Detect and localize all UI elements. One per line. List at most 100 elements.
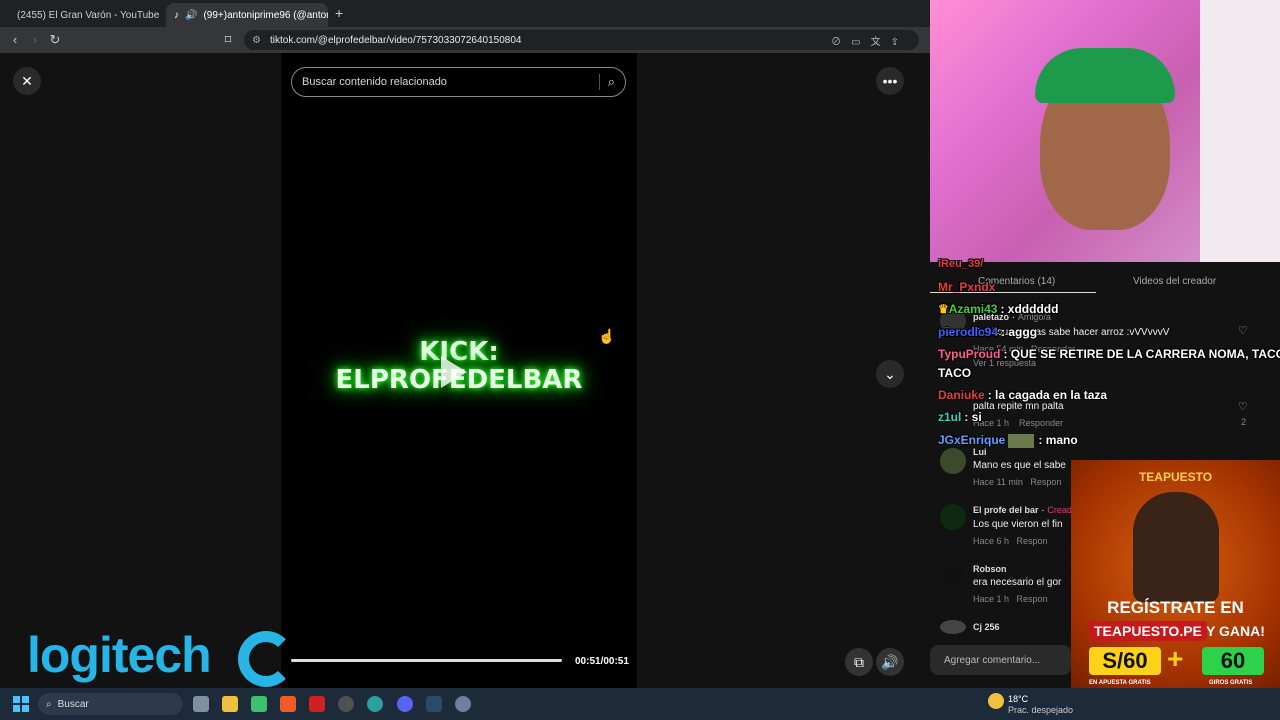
ad-line-1: REGÍSTRATE EN — [1107, 598, 1244, 617]
chat-text: TACO — [938, 366, 972, 380]
chat-message: ♛Azami43: xdddddd — [938, 302, 1058, 316]
tab-title: (99+)antoniprime96 (@anton — [203, 9, 328, 21]
edge-icon[interactable] — [367, 696, 383, 712]
url-field[interactable]: ⚙ tiktok.com/@elprofedelbar/video/757303… — [244, 30, 919, 50]
reply-button[interactable]: Respon — [1017, 536, 1048, 546]
forward-button[interactable]: › — [27, 32, 43, 48]
task-view-icon[interactable] — [193, 696, 209, 712]
url-text: tiktok.com/@elprofedelbar/video/75730330… — [270, 34, 522, 46]
heart-icon[interactable]: ♡ — [1238, 324, 1248, 337]
comment-author[interactable]: Cj 256 — [973, 622, 1000, 632]
taskbar-search-label: Buscar — [57, 698, 89, 710]
chat-user: Mr_Pxndx — [938, 280, 996, 294]
tab-creator-videos[interactable]: Videos del creador — [1133, 276, 1216, 287]
weather-temp: 18°C — [1008, 694, 1029, 704]
search-placeholder: Buscar contenido relacionado — [302, 76, 447, 88]
taskbar — [0, 688, 1280, 720]
comment-author[interactable]: Lui — [973, 447, 1066, 457]
app-icon[interactable] — [309, 696, 325, 712]
tab-bar: (2455) El Gran Varón - YouTube ♪ 🔊 (99+)… — [0, 0, 930, 27]
chat-message: pierodlc94: aggg — [938, 325, 1037, 339]
chat-message: TACO — [938, 366, 971, 380]
heart-icon[interactable]: ♡ — [1238, 400, 1248, 413]
volume-button[interactable]: 🔊 — [876, 648, 904, 676]
chat-user: JGxEnrique — [938, 433, 1006, 447]
chat-text: : aggg — [1001, 325, 1038, 339]
add-comment-input[interactable]: Agregar comentario... — [930, 645, 1071, 675]
comment-author[interactable]: El profe del bar — [973, 505, 1039, 515]
discord-icon[interactable] — [397, 696, 413, 712]
shelf — [1200, 0, 1280, 262]
site-info-icon[interactable]: ⚙ — [252, 35, 261, 46]
comment-time: Hace 11 min — [973, 477, 1023, 487]
tab-tiktok[interactable]: ♪ 🔊 (99+)antoniprime96 (@anton ✕ — [166, 3, 328, 27]
obs-icon[interactable] — [338, 696, 354, 712]
chat-text: : QUE SE RETIRE DE LA CARRERA NOMA, TACO — [1003, 347, 1280, 361]
ad-amount-1: S/60 — [1089, 647, 1161, 675]
chevron-down-icon: ⌄ — [884, 365, 896, 382]
address-bar: ‹ › ↻ ⌑ ⚙ tiktok.com/@elprofedelbar/vide… — [0, 27, 930, 53]
more-icon: ••• — [882, 73, 898, 89]
play-icon[interactable] — [441, 356, 467, 388]
logitech-logo: logitech — [27, 626, 294, 687]
ad-line-2: TEAPUESTO.PE — [1089, 621, 1207, 641]
reply-button[interactable]: Respon — [1030, 477, 1061, 487]
weather-icon[interactable] — [988, 693, 1004, 709]
reply-button[interactable]: Responder — [1019, 418, 1063, 428]
logo-text: logitech — [27, 627, 212, 683]
chat-user: TypuProud — [938, 347, 1001, 361]
comment-text: Mano es que el sabe — [973, 460, 1066, 471]
chat-message: z1ul: si — [938, 410, 982, 424]
more-options-button[interactable]: ••• — [876, 67, 904, 95]
avatar — [940, 448, 966, 474]
search-icon[interactable]: ⌕ — [598, 74, 615, 90]
ad-sub-2: GIROS GRATIS — [1209, 680, 1253, 686]
progress-bar[interactable] — [291, 659, 562, 662]
bookmark-icon[interactable]: ⌑ — [220, 32, 236, 48]
comment-author[interactable]: Robson — [973, 564, 1061, 574]
ad-amount-2: 60 — [1202, 647, 1264, 675]
cursor-icon: ☝ — [598, 328, 616, 344]
comment-text: Los que vieron el fin — [973, 519, 1063, 530]
file-explorer-icon[interactable] — [222, 696, 238, 712]
avatar — [940, 562, 966, 588]
chat-user: Azami43 — [948, 302, 998, 316]
comment-item: El profe del bar · Creado Los que vieron… — [973, 505, 1077, 546]
comment-placeholder: Agregar comentario... — [944, 654, 1041, 666]
green-cap — [1035, 48, 1175, 103]
toolbar-icons[interactable]: ⊘▭文⇪ — [831, 33, 909, 48]
brave-icon[interactable] — [280, 696, 296, 712]
pip-button[interactable]: ⧉ — [845, 648, 873, 676]
crown-icon: ♛ — [938, 302, 949, 316]
tiktok-icon: ♪ — [174, 9, 179, 21]
close-button[interactable]: ✕ — [13, 67, 41, 95]
steam-icon[interactable] — [426, 696, 442, 712]
comment-time: Hace 6 h — [973, 536, 1010, 546]
chat-message: JGxEnrique : mano — [938, 433, 1078, 448]
comment-item: Robson era necesario el gor Hace 1 h Res… — [973, 564, 1061, 604]
chat-text: : la cagada en la taza — [987, 388, 1108, 402]
chat-message: Mr_Pxndx — [938, 280, 998, 294]
comment-text: era necesario el gor — [973, 577, 1062, 588]
comment-item: Lui Mano es que el sabe Hace 11 min Resp… — [973, 447, 1066, 487]
pip-icon: ⧉ — [854, 653, 864, 670]
speaker-icon: 🔊 — [185, 9, 198, 21]
reply-button[interactable]: Respon — [1017, 594, 1048, 604]
chat-message: Daniuke: la cagada en la taza — [938, 388, 1107, 402]
tab-youtube[interactable]: (2455) El Gran Varón - YouTube — [3, 3, 163, 27]
ad-brand: TEAPUESTO — [1138, 470, 1213, 484]
windows-start-icon[interactable] — [13, 696, 29, 712]
settings-icon[interactable] — [455, 696, 471, 712]
new-tab-button[interactable]: + — [335, 5, 343, 21]
reload-button[interactable]: ↻ — [47, 32, 63, 48]
weather-desc: Prac. despejado — [1008, 705, 1074, 715]
search-input[interactable]: Buscar contenido relacionado ⌕ — [291, 67, 626, 97]
chat-text: : mano — [1038, 433, 1078, 447]
taskbar-search[interactable]: ⌕ Buscar — [38, 693, 183, 715]
chat-text: : xdddddd — [1000, 302, 1059, 316]
back-button[interactable]: ‹ — [7, 32, 23, 48]
next-video-button[interactable]: ⌄ — [876, 360, 904, 388]
ad-person — [1133, 492, 1219, 602]
chat-user: pierodlc94 — [938, 325, 999, 339]
store-icon[interactable] — [251, 696, 267, 712]
